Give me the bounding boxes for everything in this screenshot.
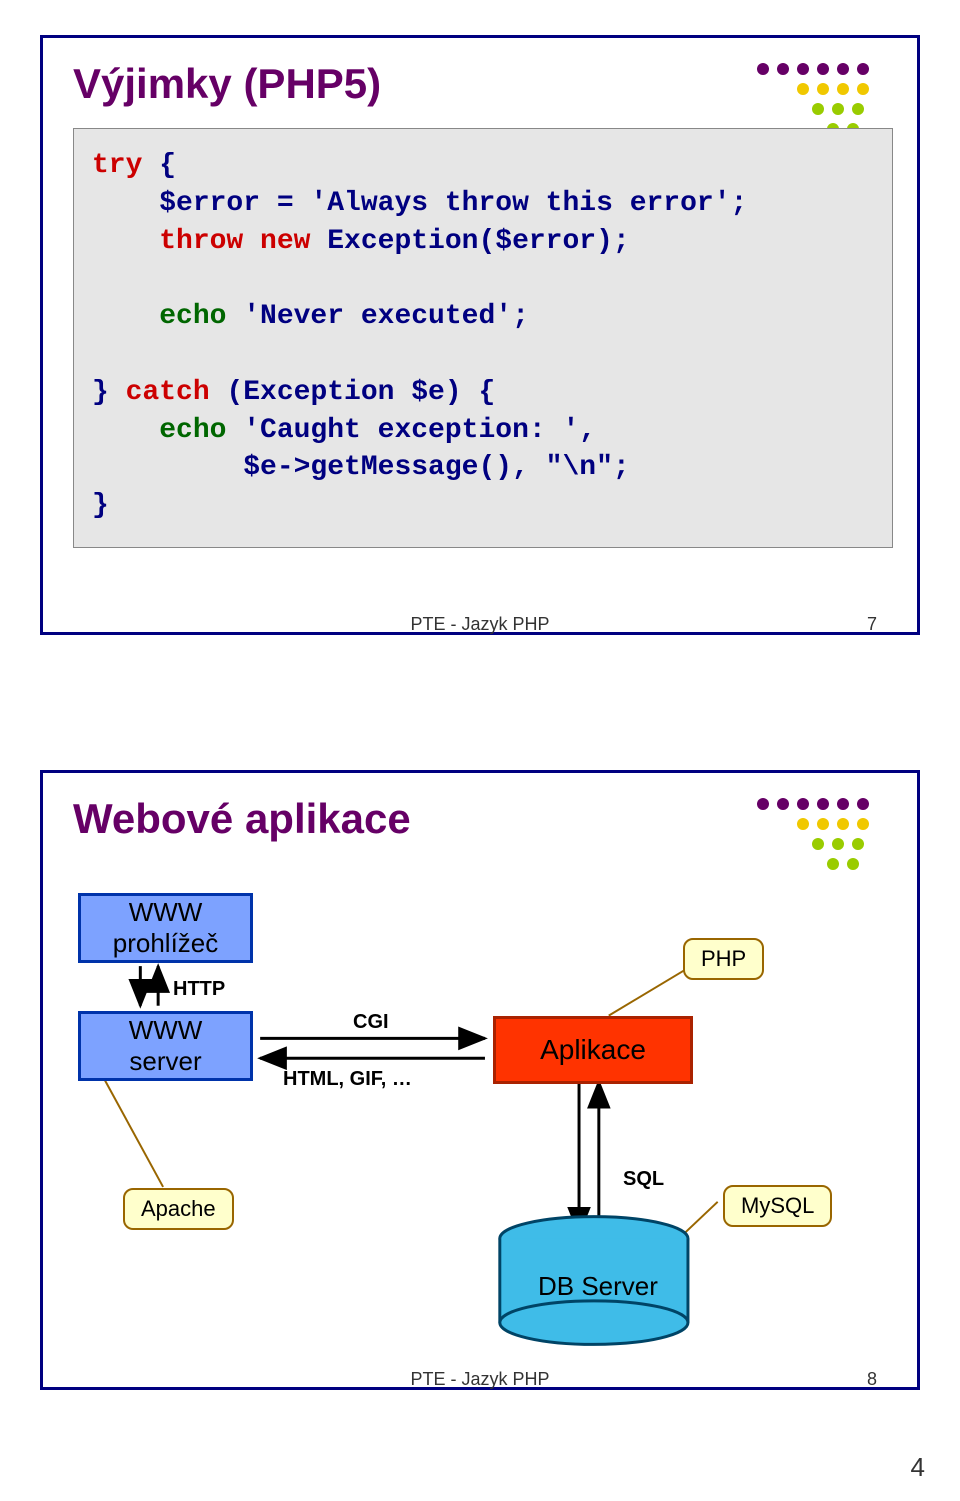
- callout-mysql: MySQL: [723, 1185, 832, 1227]
- callout-php: PHP: [683, 938, 764, 980]
- slide-2: Webové aplikace: [40, 770, 920, 1390]
- slide-title: Výjimky (PHP5): [73, 60, 381, 108]
- slide-number: 7: [867, 614, 877, 635]
- code-kw-throw-new: throw new: [92, 226, 310, 257]
- code-kw-try: try: [92, 150, 142, 181]
- db-server-label: DB Server: [538, 1271, 658, 1302]
- callout-apache: Apache: [123, 1188, 234, 1230]
- label-html: HTML, GIF, …: [283, 1068, 412, 1091]
- box-server: WWW server: [78, 1011, 253, 1081]
- code-text: (Exception $e) {: [210, 377, 496, 408]
- code-text: Exception($error);: [310, 226, 629, 257]
- footer-text: PTE - Jazyk PHP: [410, 614, 549, 635]
- document-page-number: 4: [911, 1452, 925, 1483]
- code-text: 'Caught exception: ',: [226, 415, 596, 446]
- code-text: {: [142, 150, 176, 181]
- slide-number: 8: [867, 1369, 877, 1390]
- page-container: Výjimky (PHP5) try { $error = 'Always th…: [0, 0, 960, 1501]
- label-cgi: CGI: [353, 1011, 389, 1034]
- code-kw-catch: catch: [126, 377, 210, 408]
- code-line: $e->getMessage(), "\n";: [92, 452, 630, 483]
- box-browser: WWW prohlížeč: [78, 893, 253, 963]
- code-block: try { $error = 'Always throw this error'…: [73, 128, 893, 548]
- label-sql: SQL: [623, 1168, 664, 1191]
- code-line: }: [92, 490, 109, 521]
- slide-1: Výjimky (PHP5) try { $error = 'Always th…: [40, 35, 920, 635]
- code-text: }: [92, 377, 126, 408]
- code-kw-echo: echo: [92, 415, 226, 446]
- code-text: 'Never executed';: [226, 301, 528, 332]
- label-http: HTTP: [173, 978, 225, 1001]
- code-line: $error = 'Always throw this error';: [92, 188, 747, 219]
- architecture-diagram: WWW prohlížeč WWW server Aplikace DB Ser…: [43, 773, 917, 1387]
- footer-text: PTE - Jazyk PHP: [410, 1369, 549, 1390]
- box-app: Aplikace: [493, 1016, 693, 1084]
- code-kw-echo: echo: [92, 301, 226, 332]
